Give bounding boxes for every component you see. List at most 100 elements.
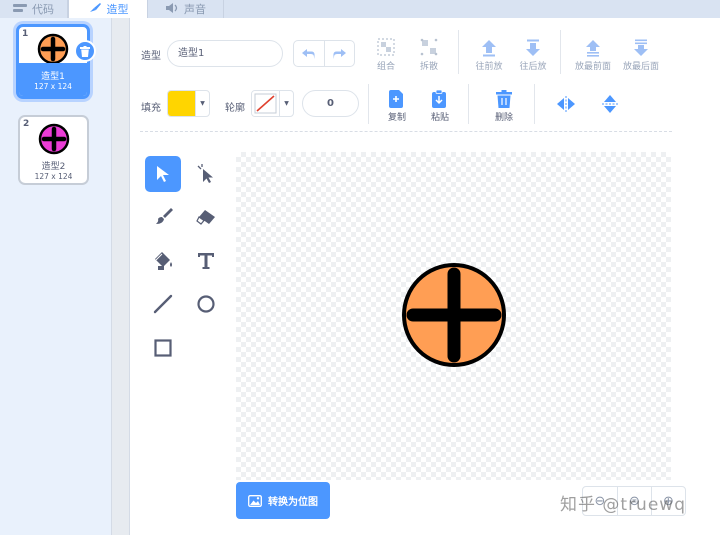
back-label: 放最后面 bbox=[622, 62, 659, 72]
watermark: 知乎 @truewq bbox=[560, 495, 686, 515]
tab-code[interactable]: 代码 bbox=[0, 0, 68, 18]
toolbar-divider bbox=[560, 30, 561, 74]
paste-label: 粘贴 bbox=[430, 113, 449, 123]
backward-label: 往后放 bbox=[519, 62, 547, 72]
image-icon bbox=[248, 494, 262, 507]
reshape-tool[interactable] bbox=[188, 156, 224, 192]
delete-button[interactable]: 删除 bbox=[479, 86, 529, 123]
forward-label: 往前放 bbox=[475, 62, 503, 72]
toolbar-divider bbox=[468, 84, 469, 124]
brush-icon bbox=[88, 2, 102, 16]
costume-item-2[interactable]: 2 造型2 127 x 124 bbox=[18, 115, 89, 185]
paintbrush-icon bbox=[156, 208, 173, 224]
redo-button[interactable] bbox=[325, 41, 355, 66]
chevron-down-icon: ▼ bbox=[279, 91, 293, 116]
costume-number: 1 bbox=[22, 29, 29, 39]
no-color-icon bbox=[254, 93, 277, 114]
backward-button[interactable]: 往后放 bbox=[508, 35, 558, 72]
fill-tool[interactable] bbox=[145, 243, 181, 279]
arrow-pointer-icon bbox=[157, 166, 169, 182]
code-icon bbox=[13, 3, 27, 16]
rectangle-tool[interactable] bbox=[145, 330, 181, 366]
fill-color-picker[interactable]: ▼ bbox=[167, 90, 210, 117]
costume-size: 127 x 124 bbox=[34, 82, 72, 91]
costume-number: 2 bbox=[23, 119, 30, 129]
select-tool[interactable] bbox=[145, 156, 181, 192]
paste-button[interactable]: 粘贴 bbox=[415, 86, 465, 123]
arrow-down-icon bbox=[526, 39, 540, 56]
paint-editor: 造型 造型1 组合 拆散 往前放 往后放 放最前面 放最后面 填充 ▼ 轮廓 ▼… bbox=[130, 18, 720, 535]
line-tool[interactable] bbox=[145, 286, 181, 322]
toolbar-separator bbox=[140, 131, 672, 132]
costume-name: 造型1 bbox=[41, 72, 65, 82]
paste-icon bbox=[432, 90, 446, 108]
tab-costumes[interactable]: 造型 bbox=[68, 0, 148, 18]
speaker-icon bbox=[165, 2, 179, 16]
brush-tool[interactable] bbox=[145, 199, 181, 235]
redo-icon bbox=[333, 48, 347, 59]
group-icon bbox=[377, 38, 395, 56]
line-icon bbox=[153, 294, 173, 314]
send-to-back-button[interactable]: 放最后面 bbox=[616, 35, 666, 72]
tab-sounds[interactable]: 声音 bbox=[148, 0, 224, 18]
back-icon bbox=[634, 39, 648, 56]
flip-vertical-icon bbox=[602, 95, 618, 113]
paint-canvas[interactable] bbox=[236, 152, 671, 480]
convert-label: 转换为位图 bbox=[268, 497, 318, 508]
costume-name: 造型2 bbox=[41, 162, 66, 172]
costume-thumbnail bbox=[37, 33, 69, 65]
stroke-width-input[interactable]: 0 bbox=[302, 90, 359, 117]
chevron-down-icon: ▼ bbox=[195, 91, 209, 116]
undo-redo-group bbox=[293, 40, 355, 67]
rectangle-icon bbox=[154, 339, 172, 357]
tab-sounds-label: 声音 bbox=[184, 3, 206, 16]
costume-item-1[interactable]: 1 造型1 127 x 124 bbox=[16, 24, 90, 99]
editor-tab-bar: 代码 造型 声音 bbox=[0, 0, 720, 18]
costume-size: 127 x 124 bbox=[34, 172, 73, 181]
costume-name-label: 造型 bbox=[141, 51, 161, 62]
costume-name-input[interactable]: 造型1 bbox=[167, 40, 283, 67]
eraser-icon bbox=[196, 210, 215, 225]
toolbar-divider bbox=[534, 84, 535, 124]
costume-list: 1 造型1 127 x 124 2 造型2 127 x 124 bbox=[0, 18, 112, 535]
arrow-up-icon bbox=[482, 40, 496, 57]
fill-label: 填充 bbox=[141, 103, 161, 114]
costume-sprite[interactable] bbox=[400, 262, 510, 368]
tab-code-label: 代码 bbox=[32, 3, 54, 16]
delete-costume-button[interactable] bbox=[74, 40, 96, 62]
undo-icon bbox=[301, 48, 315, 59]
reshape-pointer-icon bbox=[197, 164, 213, 183]
front-label: 放最前面 bbox=[574, 62, 611, 72]
circle-tool[interactable] bbox=[188, 286, 224, 322]
text-icon bbox=[198, 253, 214, 269]
front-icon bbox=[586, 40, 600, 57]
flip-vertical-button[interactable] bbox=[592, 86, 628, 122]
outline-color-picker[interactable]: ▼ bbox=[251, 90, 294, 117]
ungroup-icon bbox=[420, 38, 438, 56]
trash-icon bbox=[80, 45, 90, 57]
tab-costumes-label: 造型 bbox=[106, 3, 129, 16]
paint-bucket-icon bbox=[155, 252, 172, 270]
trash-icon bbox=[496, 90, 512, 108]
copy-icon bbox=[389, 90, 403, 108]
outline-label: 轮廓 bbox=[225, 103, 245, 114]
text-tool[interactable] bbox=[188, 243, 224, 279]
toolbar-divider bbox=[368, 84, 369, 124]
fill-color-swatch bbox=[168, 91, 195, 116]
ungroup-button[interactable]: 拆散 bbox=[404, 35, 454, 72]
convert-to-bitmap-button[interactable]: 转换为位图 bbox=[236, 482, 330, 519]
ungroup-label: 拆散 bbox=[419, 62, 438, 72]
costume-thumbnail bbox=[38, 123, 69, 155]
no-outline-swatch bbox=[252, 91, 279, 116]
bring-to-front-button[interactable]: 放最前面 bbox=[568, 35, 618, 72]
toolbar-divider bbox=[458, 30, 459, 74]
eraser-tool[interactable] bbox=[188, 199, 224, 235]
forward-button[interactable]: 往前放 bbox=[464, 35, 514, 72]
flip-horizontal-icon bbox=[557, 96, 575, 112]
circle-icon bbox=[197, 295, 215, 313]
copy-label: 复制 bbox=[387, 113, 406, 123]
costume-list-scrollbar[interactable] bbox=[112, 18, 130, 535]
flip-horizontal-button[interactable] bbox=[548, 86, 584, 122]
undo-button[interactable] bbox=[294, 41, 325, 66]
group-label: 组合 bbox=[376, 62, 395, 72]
